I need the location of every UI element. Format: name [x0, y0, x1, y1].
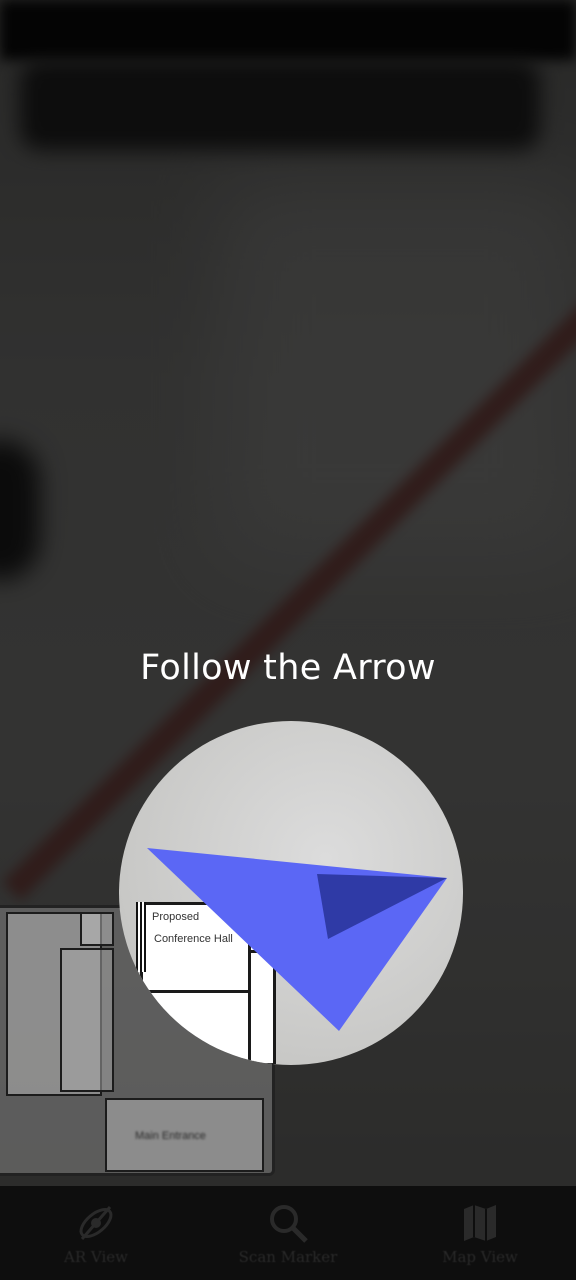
label-main-entrance: Main Entrance	[135, 1130, 206, 1142]
nav-label-scan-marker: Scan Marker	[238, 1248, 338, 1266]
direction-arrow-icon	[147, 848, 447, 1031]
nav-label-map-view: Map View	[442, 1248, 518, 1266]
instruction-text: Follow the Arrow	[140, 648, 436, 688]
ar-view-icon	[73, 1200, 119, 1246]
nav-label-ar-view: AR View	[64, 1248, 128, 1266]
minimap-room	[80, 912, 114, 946]
nav-item-map-view[interactable]: Map View	[405, 1200, 555, 1266]
search-icon	[265, 1200, 311, 1246]
arrow-view-circle: Proposed Conference Hall Foyer	[119, 721, 463, 1065]
minimap-room	[60, 948, 114, 1092]
bottom-navigation: AR View Scan Marker Map View	[0, 1186, 576, 1280]
nav-item-scan-marker[interactable]: Scan Marker	[213, 1200, 363, 1266]
nav-item-ar-view[interactable]: AR View	[21, 1200, 171, 1266]
map-icon	[457, 1200, 503, 1246]
